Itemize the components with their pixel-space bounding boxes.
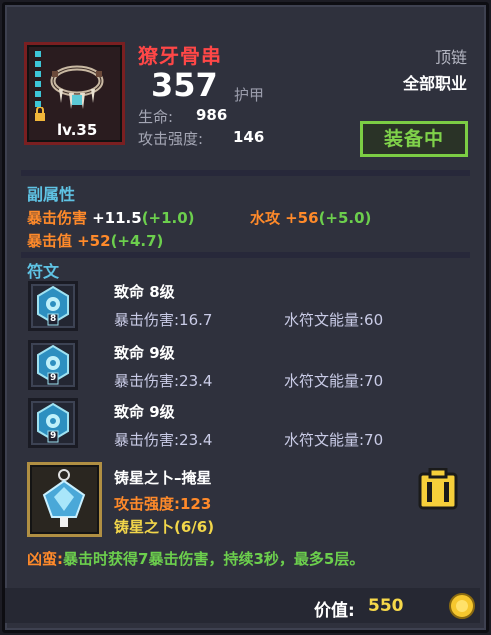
secondary-attrs-title: 副属性 [27, 185, 76, 204]
padlock-toggle-icon[interactable] [418, 468, 458, 510]
attr-bonus: (+5.0) [318, 209, 372, 227]
attr-value: +52 [77, 232, 111, 250]
special-effect: 凶蛮:暴击时获得7暴击伤害，持续3秒，最多5层。 [27, 548, 364, 569]
item-level: lv.35 [57, 121, 98, 139]
rune-energy: 水符文能量:70 [284, 431, 384, 449]
lock-icon [35, 107, 45, 121]
footer-bar [5, 588, 480, 623]
equip-slot-type: 顶链 [434, 48, 467, 67]
hp-label: 生命: [138, 108, 174, 126]
attr-bonus: (+1.0) [141, 209, 195, 227]
attr-name: 暴击伤害 [27, 209, 88, 227]
armor-label: 护甲 [234, 86, 265, 104]
attack-power-value: 146 [233, 128, 265, 146]
rune-stat: 暴击伤害:23.4 [114, 431, 213, 449]
attr-value: +11.5 [92, 209, 142, 227]
attr-name: 暴击值 [27, 232, 73, 250]
rune-name: 致命 9级 [114, 344, 175, 362]
divider [21, 170, 470, 176]
runes-title: 符文 [27, 262, 60, 281]
price-value: 550 [368, 596, 404, 616]
price-label: 价值: [314, 601, 355, 621]
job-requirement: 全部职业 [402, 74, 467, 93]
attr-water-attack: 水攻 +56(+5.0) [250, 207, 371, 228]
hp-value: 986 [196, 106, 228, 124]
item-name: 獠牙骨串 [138, 44, 222, 68]
rune-energy: 水符文能量:70 [284, 372, 384, 390]
attr-crit-damage: 暴击伤害 +11.5(+1.0) [27, 207, 195, 228]
set-rune-name: 铸星之卜–掩星 [114, 469, 212, 487]
star-crystal-icon [42, 469, 86, 527]
set-rune-slot[interactable] [27, 462, 102, 537]
equipped-button[interactable]: 装备中 [360, 121, 468, 157]
rune-slot-1[interactable]: 8 [28, 281, 78, 331]
rune-name: 致命 8级 [114, 283, 175, 301]
attack-power-label: 攻击强度: [138, 130, 204, 148]
item-icon-slot[interactable]: lv.35 [24, 42, 125, 145]
rune-stat: 暴击伤害:23.4 [114, 372, 213, 390]
rune-slot-2[interactable]: 9 [28, 340, 78, 390]
attr-bonus: (+4.7) [110, 232, 164, 250]
rune-level-badge: 9 [50, 431, 57, 441]
rune-level-badge: 9 [50, 373, 57, 383]
effect-text: 暴击时获得7暴击伤害，持续3秒，最多5层。 [63, 550, 365, 568]
set-bonus: 铸星之卜(6/6) [114, 518, 215, 536]
attr-crit-value: 暴击值 +52(+4.7) [27, 230, 163, 251]
rune-energy: 水符文能量:60 [284, 311, 384, 329]
effect-label: 凶蛮: [27, 550, 63, 568]
armor-value: 357 [151, 66, 218, 104]
rune-stat: 暴击伤害:16.7 [114, 311, 213, 329]
rune-slot-3[interactable]: 9 [28, 398, 78, 448]
gold-coin-icon [449, 593, 475, 619]
rune-level-badge: 8 [50, 314, 57, 324]
rune-name: 致命 9级 [114, 403, 175, 421]
attr-name: 水攻 [250, 209, 281, 227]
divider [21, 252, 470, 258]
attr-value: +56 [285, 209, 319, 227]
set-rune-stat: 攻击强度:123 [114, 495, 212, 513]
